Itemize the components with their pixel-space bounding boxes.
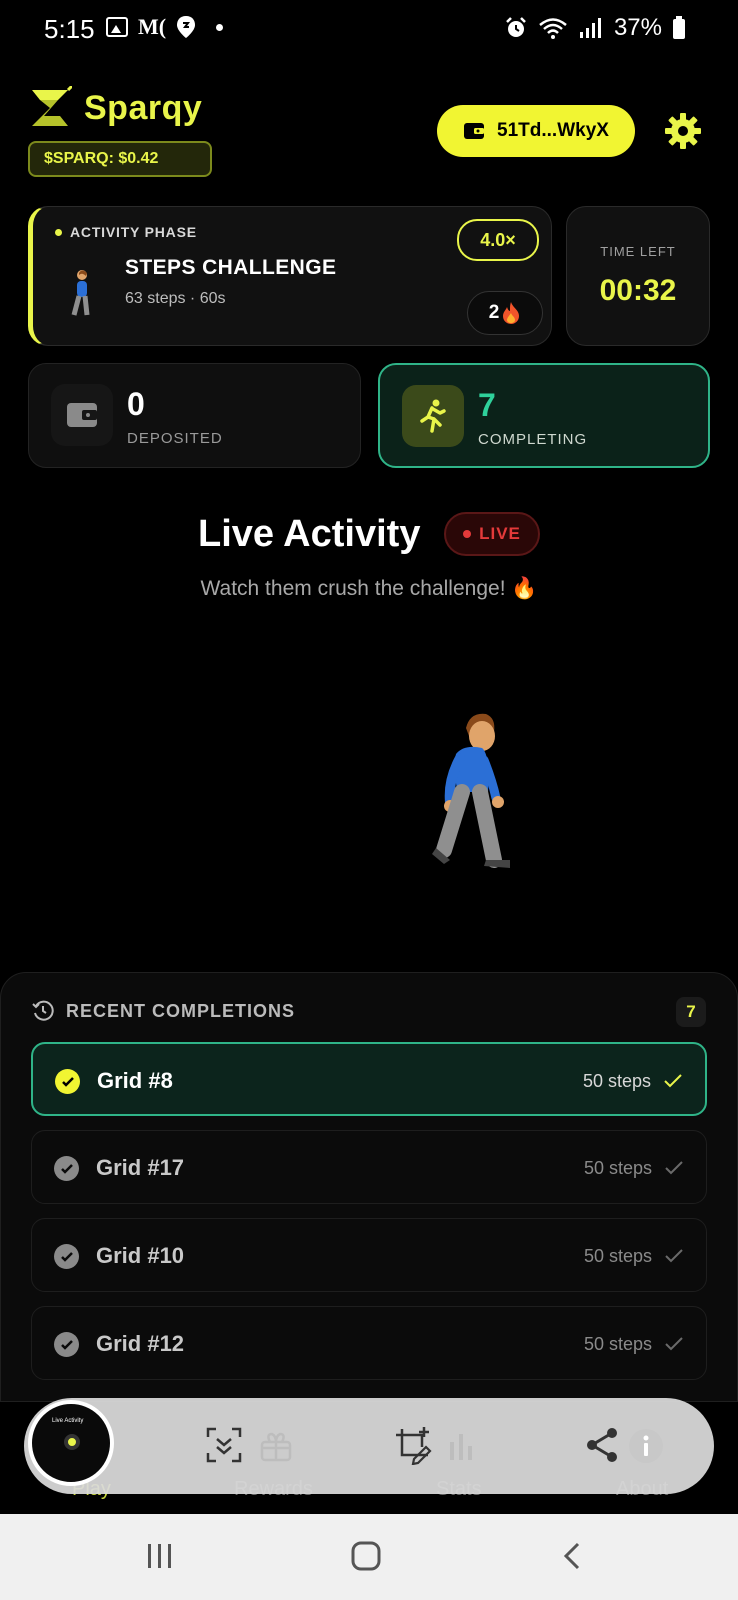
completing-icon-box — [402, 385, 464, 447]
recent-completions-header: RECENT COMPLETIONS — [32, 1000, 295, 1022]
deposited-label: DEPOSITED — [127, 430, 223, 447]
status-right: 37% — [504, 14, 686, 42]
wallet-icon — [464, 123, 485, 139]
wifi-icon — [539, 18, 567, 39]
status-time: 5:15 — [44, 14, 95, 44]
live-dot-icon — [463, 530, 472, 538]
home-icon[interactable] — [350, 1540, 382, 1572]
info-icon — [629, 1429, 663, 1463]
time-left-value: 00:32 — [599, 274, 677, 307]
completion-steps: 50 steps — [583, 1246, 652, 1266]
live-badge: LIVE — [444, 512, 540, 556]
completing-value: 7 — [478, 387, 496, 423]
wallet-button[interactable]: 51Td...WkyX — [437, 105, 635, 157]
deposited-icon-box — [51, 384, 113, 446]
deposited-card: 0 DEPOSITED — [28, 363, 361, 468]
app-name: Sparqy — [84, 88, 203, 127]
completion-steps: 50 steps — [583, 1334, 652, 1354]
gallery-icon — [106, 17, 128, 37]
completion-name: Grid #10 — [96, 1243, 185, 1268]
live-badge-text: LIVE — [479, 524, 521, 543]
completion-steps: 50 steps — [583, 1158, 652, 1178]
live-activity-title: Live Activity — [198, 513, 421, 555]
completion-name: Grid #12 — [96, 1331, 185, 1356]
bar-chart-icon — [450, 1434, 472, 1460]
signal-icon — [579, 18, 601, 38]
share-icon[interactable] — [582, 1425, 622, 1465]
time-left-card: TIME LEFT 00:32 — [566, 206, 710, 346]
check-circle-icon — [54, 1244, 79, 1269]
alarm-icon — [506, 17, 526, 37]
gear-icon[interactable] — [664, 112, 702, 150]
deposited-value: 0 — [127, 386, 145, 422]
wallet-icon — [67, 403, 97, 427]
battery-icon — [673, 16, 685, 39]
status-bar: 5:15 M( 37% — [0, 0, 738, 58]
app-logo: Sparqy — [28, 86, 202, 130]
phase-label: ACTIVITY PHASE — [70, 224, 197, 240]
checkmark-icon — [665, 1249, 683, 1263]
sparqy-logo-icon — [32, 86, 72, 126]
thumbnail-title: Live Activity — [52, 1418, 84, 1424]
location-pin-icon — [177, 16, 196, 38]
activity-phase-card: ACTIVITY PHASE STEPS CHALLENGE 63 steps … — [28, 206, 552, 346]
check-circle-icon — [54, 1332, 79, 1357]
checkmark-icon — [665, 1337, 683, 1351]
completing-label: COMPLETING — [478, 431, 588, 448]
history-icon — [32, 1000, 54, 1021]
gift-icon — [260, 1432, 292, 1462]
thumbnail-disc-icon — [64, 1434, 80, 1450]
messenger-icon: M( — [138, 14, 167, 39]
walking-person-icon — [71, 270, 90, 316]
phase-label-row: ACTIVITY PHASE — [55, 224, 197, 240]
phase-dot-icon — [55, 228, 62, 236]
capture-icon[interactable] — [204, 1425, 244, 1465]
time-left-label: TIME LEFT — [600, 244, 676, 259]
wallet-address: 51Td...WkyX — [497, 120, 609, 141]
fire-icon — [503, 302, 520, 324]
screenshot-thumbnail[interactable]: Live Activity — [28, 1400, 114, 1486]
back-icon[interactable] — [558, 1540, 590, 1572]
live-activity-subtitle: Watch them crush the challenge! 🔥 — [200, 577, 538, 600]
recent-completions-title: RECENT COMPLETIONS — [66, 1000, 296, 1021]
status-left-icons: M( — [106, 14, 224, 40]
phase-subtitle: 63 steps · 60s — [125, 290, 226, 307]
token-price-badge: $SPARQ: $0.42 — [28, 141, 212, 177]
completion-row[interactable]: Grid #17 50 steps — [31, 1130, 707, 1204]
checkmark-icon — [665, 1161, 683, 1175]
recent-count-badge: 7 — [676, 997, 706, 1027]
draw-crop-icon[interactable] — [392, 1425, 432, 1465]
streak-badge: 2 — [467, 291, 543, 335]
recents-icon[interactable] — [144, 1540, 176, 1572]
check-circle-icon — [54, 1156, 79, 1181]
completion-name: Grid #8 — [97, 1068, 173, 1093]
multiplier-badge: 4.0× — [457, 219, 539, 261]
completing-card: 7 COMPLETING — [378, 363, 710, 468]
completion-row[interactable]: Grid #12 50 steps — [31, 1306, 707, 1380]
battery-text: 37% — [613, 14, 662, 41]
check-circle-icon — [55, 1069, 80, 1094]
running-icon — [420, 399, 446, 433]
phase-title: STEPS CHALLENGE — [125, 256, 337, 279]
completion-row[interactable]: Grid #10 50 steps — [31, 1218, 707, 1292]
walking-person-icon — [432, 713, 510, 868]
streak-count: 2 — [488, 302, 500, 323]
completion-steps: 50 steps — [582, 1071, 651, 1091]
completion-name: Grid #17 — [96, 1155, 185, 1180]
checkmark-icon — [664, 1074, 682, 1088]
notification-dot-icon — [216, 23, 224, 31]
completion-row[interactable]: Grid #8 50 steps — [31, 1042, 707, 1116]
